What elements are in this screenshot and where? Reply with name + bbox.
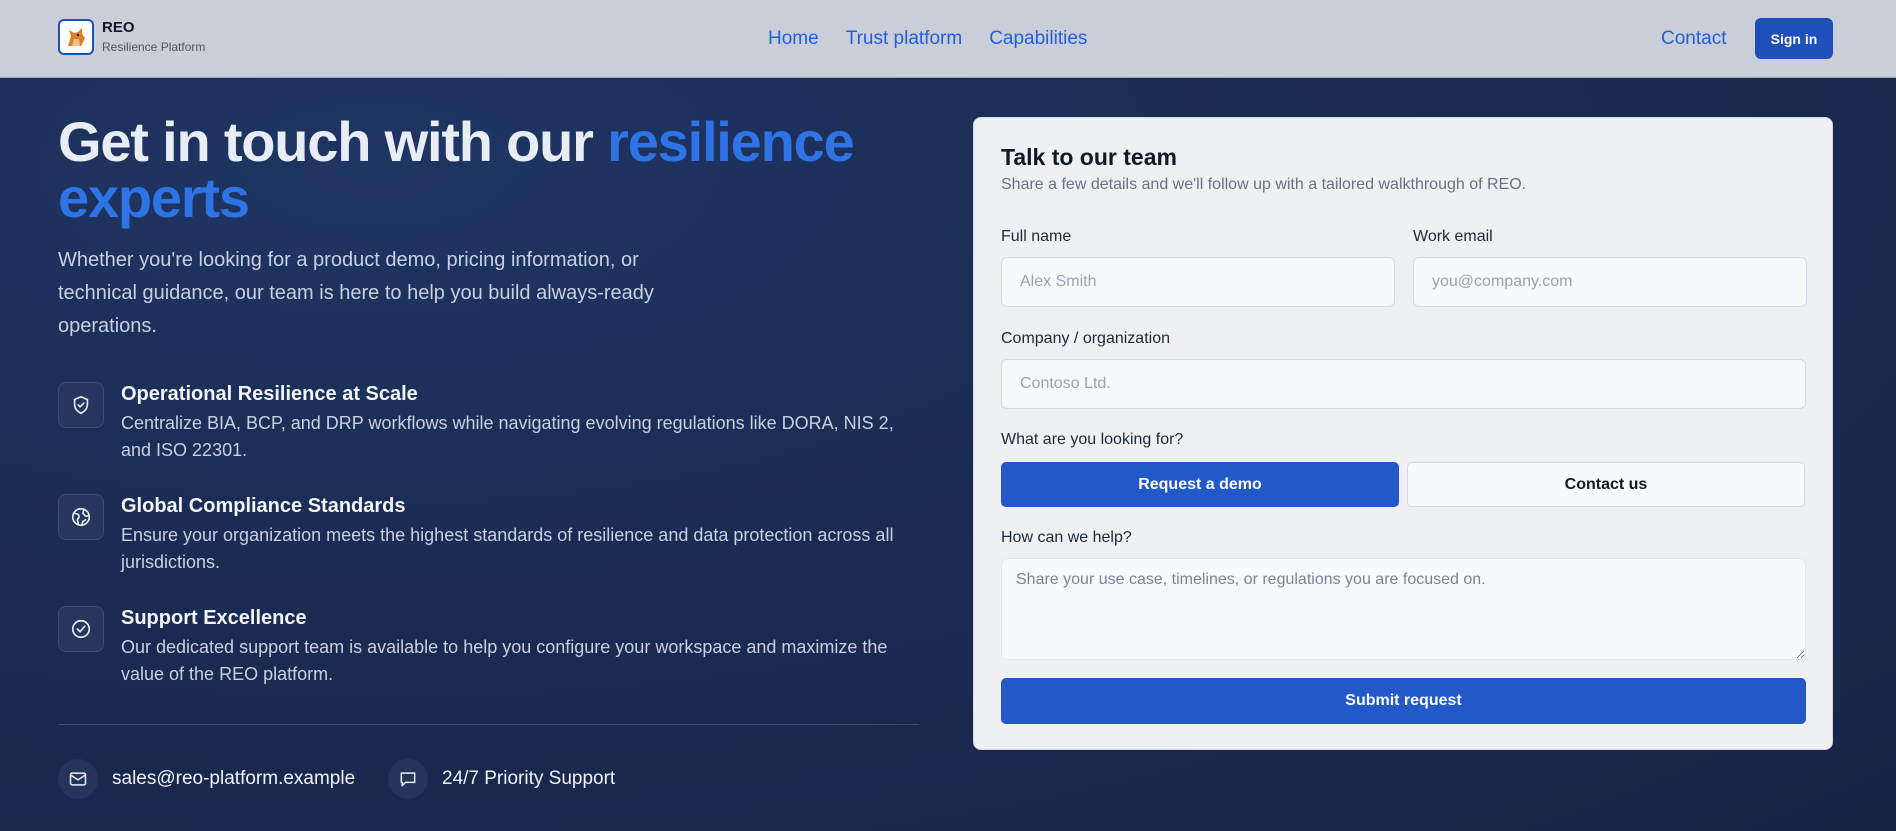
globe-icon (58, 494, 104, 540)
main-nav: Home Trust platform Capabilities (768, 27, 1087, 51)
help-textarea[interactable] (1001, 558, 1806, 660)
form-subtitle: Share a few details and we'll follow up … (1001, 176, 1527, 193)
fox-logo-icon (68, 28, 85, 46)
feature-title: Support Excellence (121, 607, 307, 629)
nav-link-home[interactable]: Home (768, 27, 819, 51)
work-email-label: Work email (1413, 228, 1493, 245)
full-name-label: Full name (1001, 228, 1072, 245)
contact-email[interactable]: sales@reo-platform.example (58, 759, 355, 799)
top-nav-bar: REO Resilience Platform Home Trust platf… (0, 0, 1896, 78)
hero-description: Whether you're looking for a product dem… (58, 249, 654, 337)
nav-link-contact[interactable]: Contact (1661, 27, 1726, 51)
feature-title: Operational Resilience at Scale (121, 383, 418, 405)
contact-us-option[interactable]: Contact us (1407, 462, 1805, 507)
company-label: Company / organization (1001, 330, 1170, 347)
work-email-input[interactable] (1413, 257, 1807, 307)
nav-link-capabilities[interactable]: Capabilities (989, 27, 1087, 51)
brand-tagline: Resilience Platform (102, 40, 206, 54)
feature-description: Ensure your organization meets the highe… (121, 525, 894, 572)
feature-description: Our dedicated support team is available … (121, 637, 888, 684)
mail-icon (58, 759, 98, 799)
full-name-input[interactable] (1001, 257, 1395, 307)
submit-request-button[interactable]: Submit request (1001, 678, 1806, 724)
contact-form-card: Talk to our team Share a few details and… (973, 117, 1833, 750)
check-circle-icon (58, 606, 104, 652)
nav-link-trust-platform[interactable]: Trust platform (846, 27, 963, 51)
form-title: Talk to our team (1001, 144, 1177, 170)
section-divider (58, 724, 919, 725)
page-title-plain: Get in touch with our (58, 110, 608, 173)
contact-email-text: sales@reo-platform.example (112, 768, 356, 789)
sign-in-button[interactable]: Sign in (1755, 18, 1833, 59)
help-label: How can we help? (1001, 529, 1132, 546)
request-demo-option[interactable]: Request a demo (1001, 462, 1399, 507)
looking-for-label: What are you looking for? (1001, 431, 1184, 448)
brand-name: REO (102, 19, 135, 36)
page-title: Get in touch with our resilience experts (58, 114, 938, 226)
shield-check-icon (58, 382, 104, 428)
contact-support: 24/7 Priority Support (388, 759, 615, 799)
brand[interactable]: REO Resilience Platform (58, 19, 205, 55)
feature-title: Global Compliance Standards (121, 495, 406, 517)
chat-icon (388, 759, 428, 799)
feature-description: Centralize BIA, BCP, and DRP workflows w… (121, 413, 894, 460)
company-input[interactable] (1001, 359, 1806, 409)
reo-logo (58, 19, 94, 55)
contact-support-text: 24/7 Priority Support (442, 768, 616, 789)
